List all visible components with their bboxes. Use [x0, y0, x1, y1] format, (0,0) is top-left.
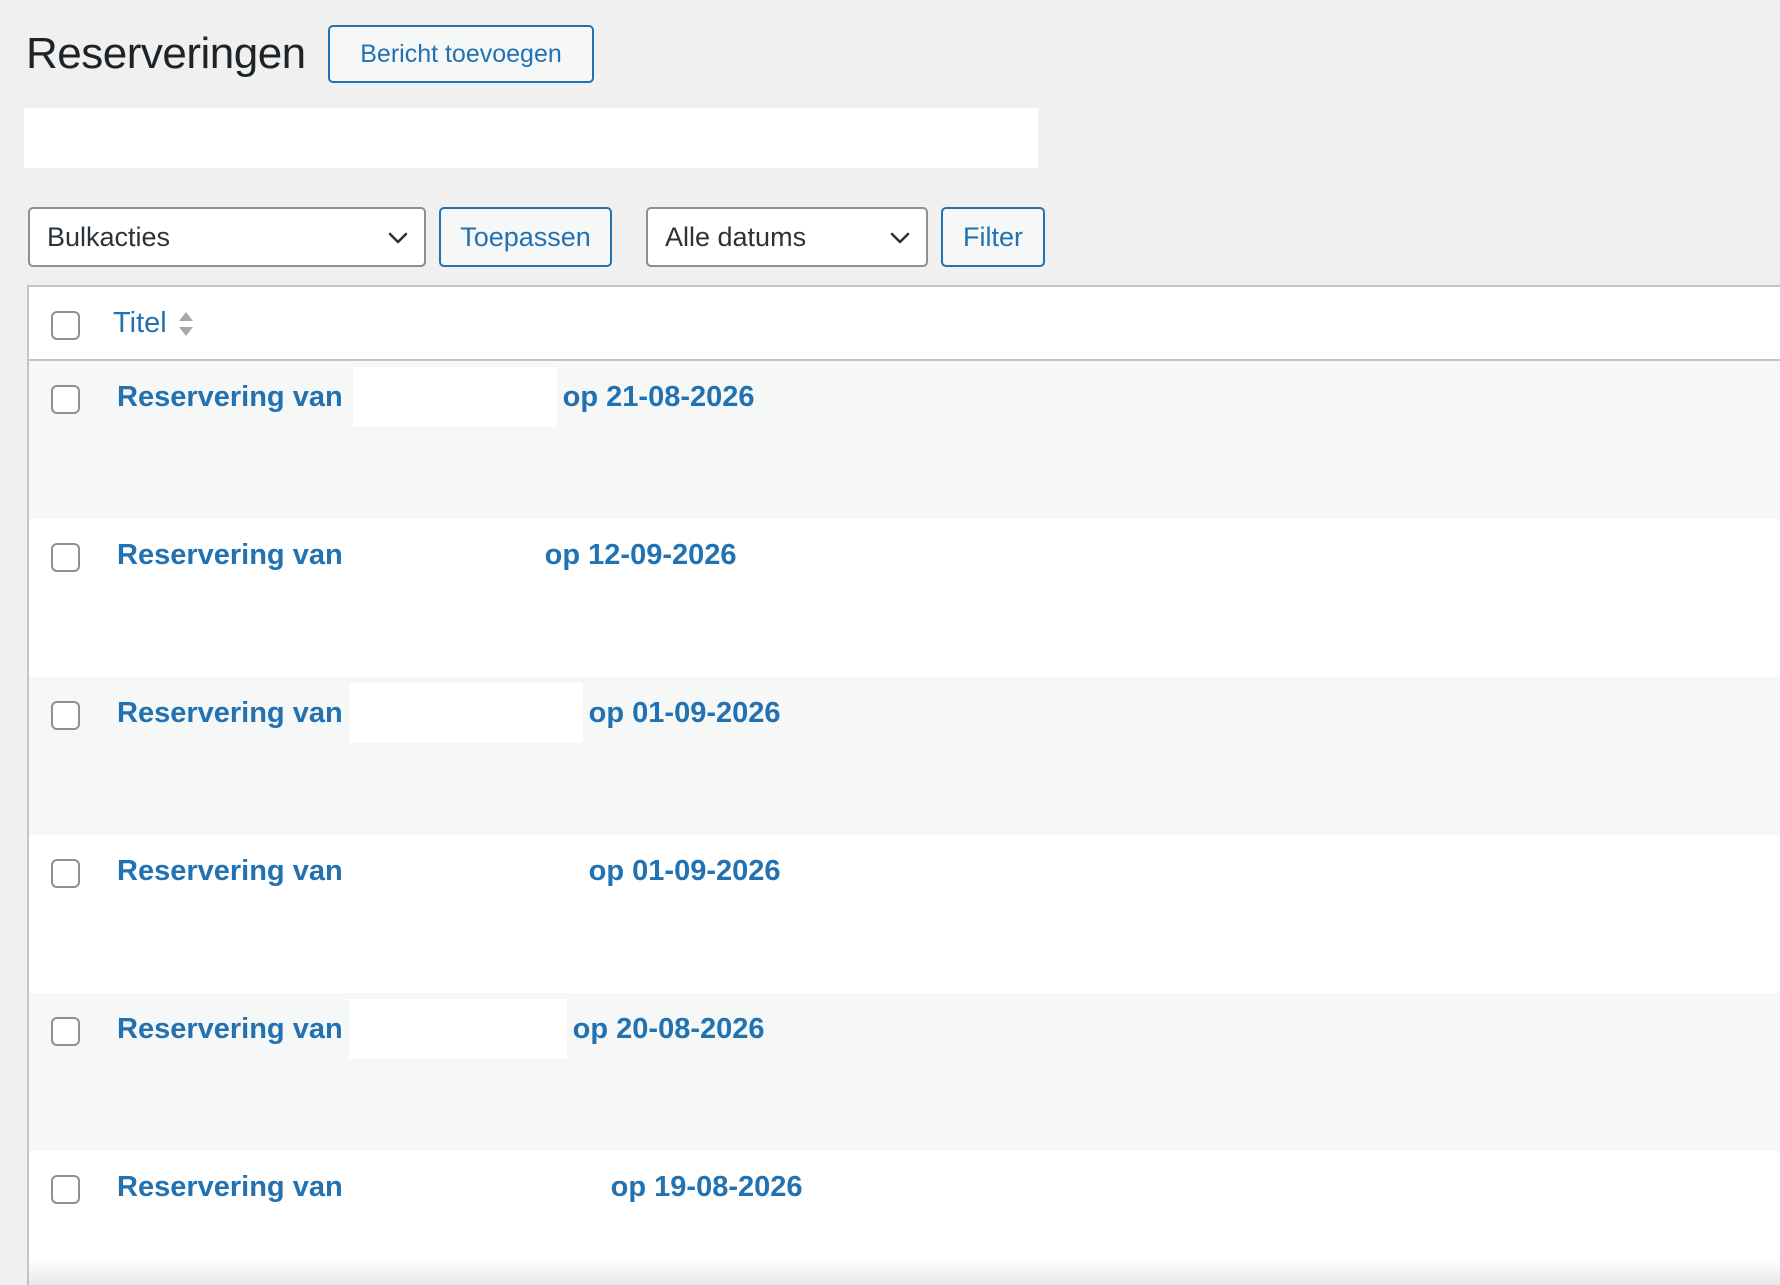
row-checkbox[interactable]	[51, 859, 80, 888]
reservation-date: op 20-08-2026	[572, 1013, 765, 1045]
reservation-date: op 21-08-2026	[562, 381, 755, 413]
table-row: Reservering van op 20-08-2026	[29, 993, 1780, 1151]
reservation-title-link[interactable]: Reservering van op 01-09-2026	[117, 683, 781, 743]
table-row: Reservering van op 01-09-2026	[29, 677, 1780, 835]
notice-area	[24, 108, 1038, 168]
filter-button[interactable]: Filter	[941, 207, 1045, 267]
date-filter-select[interactable]: Alle datums	[646, 207, 928, 267]
row-checkbox[interactable]	[51, 1175, 80, 1204]
reservation-title-link[interactable]: Reservering van op 01-09-2026	[117, 841, 781, 901]
reservation-title-link[interactable]: Reservering van op 12-09-2026	[117, 525, 737, 585]
reservation-title-prefix: Reservering van	[117, 697, 343, 729]
add-new-button[interactable]: Bericht toevoegen	[328, 25, 594, 83]
reservation-title-prefix: Reservering van	[117, 1013, 343, 1045]
reservation-title-prefix: Reservering van	[117, 381, 343, 413]
posts-table: Titel Reservering van op 21-08-2026 Rese…	[27, 285, 1780, 1285]
row-checkbox[interactable]	[51, 543, 80, 572]
redacted-name	[348, 841, 583, 901]
reservation-title-prefix: Reservering van	[117, 539, 343, 571]
select-all-checkbox[interactable]	[51, 311, 80, 340]
redacted-name	[342, 525, 539, 585]
table-row: Reservering van op 12-09-2026	[29, 519, 1780, 677]
table-row: Reservering van op 01-09-2026	[29, 835, 1780, 993]
apply-button[interactable]: Toepassen	[439, 207, 612, 267]
redacted-name	[342, 1157, 605, 1217]
reservation-title-link[interactable]: Reservering van op 20-08-2026	[117, 999, 765, 1059]
redacted-name	[348, 683, 583, 743]
column-title-sort-link[interactable]: Titel	[113, 307, 195, 340]
chevron-down-icon	[388, 232, 408, 244]
scroll-fade	[29, 1259, 1780, 1285]
reservation-title-prefix: Reservering van	[117, 855, 343, 887]
chevron-down-icon	[890, 232, 910, 244]
bulk-actions-value: Bulkacties	[47, 221, 171, 252]
row-checkbox[interactable]	[51, 1017, 80, 1046]
reservation-date: op 01-09-2026	[588, 697, 781, 729]
reservation-date: op 01-09-2026	[588, 855, 781, 887]
reservation-title-link[interactable]: Reservering van op 19-08-2026	[117, 1157, 803, 1217]
column-title-label: Titel	[113, 307, 167, 339]
sort-arrows-icon	[178, 311, 193, 336]
reservation-title-link[interactable]: Reservering van op 21-08-2026	[117, 367, 755, 427]
reservation-date: op 19-08-2026	[610, 1171, 803, 1203]
reservation-title-prefix: Reservering van	[117, 1171, 343, 1203]
table-row: Reservering van op 21-08-2026	[29, 361, 1780, 519]
row-checkbox[interactable]	[51, 701, 80, 730]
page-title: Reserveringen	[26, 29, 306, 78]
bulk-actions-select[interactable]: Bulkacties	[28, 207, 426, 267]
date-filter-value: Alle datums	[665, 221, 807, 252]
row-checkbox[interactable]	[51, 385, 80, 414]
redacted-name	[352, 367, 557, 427]
redacted-name	[348, 999, 567, 1059]
reservation-date: op 12-09-2026	[544, 539, 737, 571]
table-header: Titel	[29, 287, 1780, 361]
